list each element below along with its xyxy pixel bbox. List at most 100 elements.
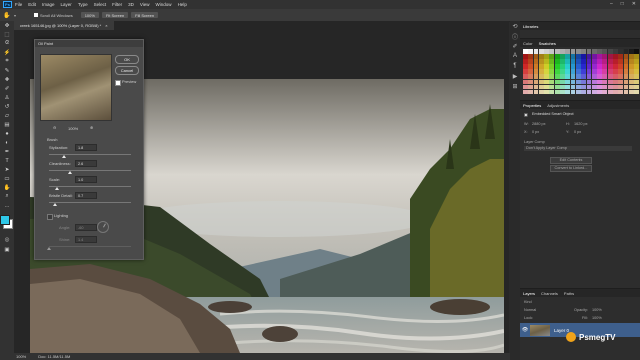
color-swatch[interactable] xyxy=(544,64,549,69)
opacity-value[interactable]: 100% xyxy=(592,308,602,312)
color-swatch[interactable] xyxy=(607,59,613,64)
color-swatch[interactable] xyxy=(554,69,560,74)
color-swatch[interactable] xyxy=(607,84,613,90)
color-swatch[interactable] xyxy=(554,54,560,59)
close-tab-icon[interactable]: × xyxy=(105,23,107,28)
color-swatch[interactable] xyxy=(613,64,618,69)
color-swatch[interactable] xyxy=(591,64,597,69)
color-swatch[interactable] xyxy=(618,49,624,54)
color-swatch[interactable] xyxy=(528,69,534,74)
foreground-color-swatch[interactable] xyxy=(0,215,10,225)
color-swatch[interactable] xyxy=(607,89,613,95)
color-swatch[interactable] xyxy=(538,74,544,80)
color-swatch[interactable] xyxy=(586,74,592,80)
tab-adjustments[interactable]: Adjustments xyxy=(547,103,569,108)
eraser-icon[interactable]: ▱ xyxy=(0,111,14,120)
menu-edit[interactable]: Edit xyxy=(28,2,36,7)
menu-layer[interactable]: Layer xyxy=(61,2,72,7)
color-swatch[interactable] xyxy=(549,64,555,69)
fit-screen-button[interactable]: Fit Screen xyxy=(101,12,129,18)
menu-3d[interactable]: 3D xyxy=(128,2,134,7)
color-swatch[interactable] xyxy=(565,59,571,64)
magic-wand-icon[interactable]: ⚡ xyxy=(0,48,14,57)
color-swatch[interactable] xyxy=(570,74,576,80)
color-swatch[interactable] xyxy=(560,84,565,90)
lasso-icon[interactable]: ᘓ xyxy=(0,39,14,48)
visibility-eye-icon[interactable]: 👁 xyxy=(520,327,530,333)
angle-value[interactable]: -60 xyxy=(75,224,97,231)
stamp-icon[interactable]: ♙ xyxy=(0,93,14,102)
fill-screen-button[interactable]: Fill Screen xyxy=(131,12,159,18)
menu-image[interactable]: Image xyxy=(42,2,55,7)
color-swatch[interactable] xyxy=(565,89,571,95)
color-swatch[interactable] xyxy=(570,54,576,59)
scale-slider-track[interactable] xyxy=(49,186,131,187)
color-swatch[interactable] xyxy=(634,74,640,80)
color-swatch[interactable] xyxy=(591,59,597,64)
shine-slider-track[interactable] xyxy=(49,246,131,247)
color-swatch[interactable] xyxy=(602,84,608,90)
color-swatch[interactable] xyxy=(554,49,560,54)
color-swatch[interactable] xyxy=(575,49,581,54)
color-swatch[interactable] xyxy=(591,79,597,85)
color-swatch[interactable] xyxy=(533,89,539,95)
color-swatch[interactable] xyxy=(538,84,544,90)
zoom-out-icon[interactable]: ⊖ xyxy=(53,125,56,130)
color-swatch[interactable] xyxy=(575,59,581,64)
path-select-icon[interactable]: ➤ xyxy=(0,165,14,174)
color-swatch[interactable] xyxy=(628,69,634,74)
color-swatch[interactable] xyxy=(597,59,602,64)
minimize-button[interactable]: – xyxy=(610,1,613,7)
color-swatch[interactable] xyxy=(607,74,613,80)
color-swatch[interactable] xyxy=(623,54,629,59)
color-swatch[interactable] xyxy=(607,49,613,54)
scale-slider-thumb[interactable] xyxy=(55,187,60,190)
color-swatch[interactable] xyxy=(586,79,592,85)
color-swatch[interactable] xyxy=(523,54,528,59)
color-swatch[interactable] xyxy=(538,69,544,74)
tab-channels[interactable]: Channels xyxy=(541,291,558,296)
color-swatch[interactable] xyxy=(560,69,565,74)
color-swatch[interactable] xyxy=(634,64,640,69)
color-swatch[interactable] xyxy=(523,84,528,90)
color-swatch[interactable] xyxy=(523,79,528,85)
stylization-slider-thumb[interactable] xyxy=(61,155,66,158)
color-swatch[interactable] xyxy=(575,74,581,80)
color-swatch[interactable] xyxy=(613,49,618,54)
color-swatch[interactable] xyxy=(570,59,576,64)
healing-icon[interactable]: ✚ xyxy=(0,75,14,84)
color-swatch[interactable] xyxy=(544,74,549,80)
color-swatch[interactable] xyxy=(613,89,618,95)
color-swatch[interactable] xyxy=(544,54,549,59)
color-swatch[interactable] xyxy=(591,74,597,80)
dodge-icon[interactable]: ◐ xyxy=(0,138,14,147)
color-swatch[interactable] xyxy=(581,59,587,64)
zoom-level-readout[interactable]: 100% xyxy=(16,354,26,359)
convert-linked-button[interactable]: Convert to Linked... xyxy=(550,165,592,173)
bristle-detail-slider-track[interactable] xyxy=(49,202,131,203)
type-icon[interactable]: T xyxy=(0,156,14,165)
cleanliness-slider-thumb[interactable] xyxy=(68,171,73,174)
color-swatch[interactable] xyxy=(597,49,602,54)
color-swatch[interactable] xyxy=(591,69,597,74)
color-swatch[interactable] xyxy=(634,59,640,64)
color-swatch[interactable] xyxy=(581,69,587,74)
cleanliness-slider-track[interactable] xyxy=(49,170,131,171)
color-swatch[interactable] xyxy=(523,49,528,54)
color-swatch[interactable] xyxy=(560,79,565,85)
color-swatch[interactable] xyxy=(613,69,618,74)
color-swatch[interactable] xyxy=(581,89,587,95)
color-swatch[interactable] xyxy=(597,64,602,69)
tab-properties[interactable]: Properties xyxy=(523,103,541,108)
scroll-all-checkbox[interactable] xyxy=(34,13,39,17)
color-swatch[interactable] xyxy=(538,59,544,64)
color-swatch[interactable] xyxy=(591,49,597,54)
color-swatch[interactable] xyxy=(581,49,587,54)
height-value[interactable]: 1620 px xyxy=(574,122,588,126)
color-swatch[interactable] xyxy=(623,69,629,74)
color-swatch[interactable] xyxy=(528,64,534,69)
color-swatch[interactable] xyxy=(533,84,539,90)
color-swatch[interactable] xyxy=(628,89,634,95)
width-value[interactable]: 2880 px xyxy=(532,122,546,126)
color-swatch[interactable] xyxy=(538,64,544,69)
